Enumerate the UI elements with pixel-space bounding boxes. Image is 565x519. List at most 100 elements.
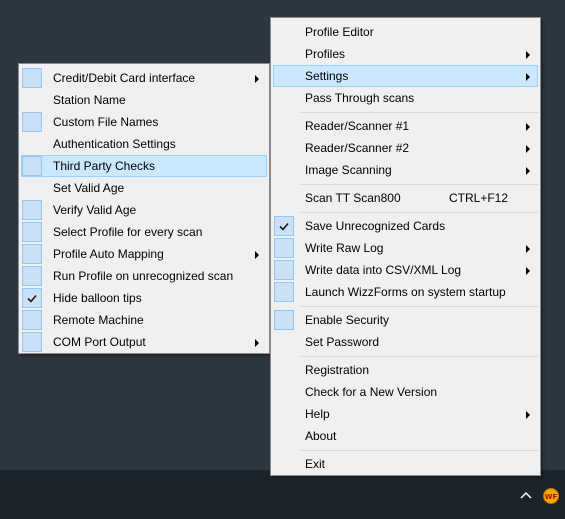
checkbox-icon	[22, 200, 42, 220]
submenu-arrow-icon	[255, 251, 259, 259]
menu-separator	[301, 184, 538, 185]
submenu-arrow-icon	[526, 51, 530, 59]
menu-item-pass-through-scans[interactable]: Pass Through scans	[273, 87, 538, 109]
submenu-arrow-icon	[255, 75, 259, 83]
menu-item-exit[interactable]: Exit	[273, 453, 538, 475]
menu-item-label: Custom File Names	[53, 115, 159, 129]
menu-item-station-name[interactable]: Station Name	[21, 89, 267, 111]
menu-item-label: Exit	[305, 457, 326, 471]
checkmark-icon	[274, 216, 294, 236]
menu-item-registration[interactable]: Registration	[273, 359, 538, 381]
menu-item-label: Set Valid Age	[53, 181, 125, 195]
menu-item-label: Registration	[305, 363, 370, 377]
checkmark-icon	[22, 288, 42, 308]
menu-item-image-scanning[interactable]: Image Scanning	[273, 159, 538, 181]
submenu-arrow-icon	[526, 73, 530, 81]
menu-item-label: Authentication Settings	[53, 137, 176, 151]
menu-item-label: Third Party Checks	[53, 159, 156, 173]
submenu-arrow-icon	[526, 145, 530, 153]
checkbox-icon	[274, 282, 294, 302]
menu-item-write-data-into-csv-xml-log[interactable]: Write data into CSV/XML Log	[273, 259, 538, 281]
submenu-arrow-icon	[526, 411, 530, 419]
menu-item-label: Image Scanning	[305, 163, 392, 177]
checkbox-icon	[22, 68, 42, 88]
checkbox-icon	[22, 112, 42, 132]
checkbox-icon	[22, 156, 42, 176]
menu-item-label: About	[305, 429, 337, 443]
submenu-arrow-icon	[255, 339, 259, 347]
menu-item-hide-balloon-tips[interactable]: Hide balloon tips	[21, 287, 267, 309]
menu-item-label: Check for a New Version	[305, 385, 438, 399]
menu-item-label: Write Raw Log	[305, 241, 384, 255]
submenu-arrow-icon	[526, 267, 530, 275]
menu-item-credit-debit-card-interface[interactable]: Credit/Debit Card interface	[21, 67, 267, 89]
menu-item-label: Enable Security	[305, 313, 390, 327]
menu-item-reader-scanner-1[interactable]: Reader/Scanner #1	[273, 115, 538, 137]
menu-item-label: Settings	[305, 69, 349, 83]
menu-item-reader-scanner-2[interactable]: Reader/Scanner #2	[273, 137, 538, 159]
menu-item-launch-wizzforms-on-system-startup[interactable]: Launch WizzForms on system startup	[273, 281, 538, 303]
submenu-arrow-icon	[526, 167, 530, 175]
menu-item-about[interactable]: About	[273, 425, 538, 447]
menu-item-authentication-settings[interactable]: Authentication Settings	[21, 133, 267, 155]
menu-item-label: Verify Valid Age	[53, 203, 137, 217]
checkbox-icon	[274, 260, 294, 280]
menu-item-label: Set Password	[305, 335, 380, 349]
taskbar	[0, 470, 565, 519]
menu-item-third-party-checks[interactable]: Third Party Checks	[21, 155, 267, 177]
menu-item-save-unrecognized-cards[interactable]: Save Unrecognized Cards	[273, 215, 538, 237]
menu-item-custom-file-names[interactable]: Custom File Names	[21, 111, 267, 133]
menu-item-profile-editor[interactable]: Profile Editor	[273, 21, 538, 43]
menu-item-help[interactable]: Help	[273, 403, 538, 425]
menu-item-remote-machine[interactable]: Remote Machine	[21, 309, 267, 331]
settings-submenu: Credit/Debit Card interface Station Name C…	[18, 63, 270, 354]
submenu-arrow-icon	[526, 123, 530, 131]
menu-item-verify-valid-age[interactable]: Verify Valid Age	[21, 199, 267, 221]
tray-context-menu: Profile Editor Profiles Settings Pass Throu…	[270, 17, 541, 476]
menu-item-label: Hide balloon tips	[53, 291, 142, 305]
menu-item-label: Run Profile on unrecognized scan	[53, 269, 234, 283]
checkbox-icon	[22, 332, 42, 352]
menu-separator	[301, 212, 538, 213]
menu-item-set-valid-age[interactable]: Set Valid Age	[21, 177, 267, 199]
tray-icon-label: WF	[544, 493, 558, 501]
menu-item-shortcut: CTRL+F12	[449, 191, 509, 205]
checkbox-icon	[22, 266, 42, 286]
menu-item-write-raw-log[interactable]: Write Raw Log	[273, 237, 538, 259]
menu-item-label: Profiles	[305, 47, 346, 61]
menu-item-set-password[interactable]: Set Password	[273, 331, 538, 353]
menu-item-select-profile-for-every-scan[interactable]: Select Profile for every scan	[21, 221, 267, 243]
menu-separator	[301, 356, 538, 357]
menu-item-label: Launch WizzForms on system startup	[305, 285, 506, 299]
chevron-up-icon[interactable]	[519, 489, 533, 501]
menu-item-profile-auto-mapping[interactable]: Profile Auto Mapping	[21, 243, 267, 265]
menu-item-label: Reader/Scanner #2	[305, 141, 410, 155]
menu-item-label: Remote Machine	[53, 313, 144, 327]
menu-item-scan-tt-scan800[interactable]: Scan TT Scan800 CTRL+F12	[273, 187, 538, 209]
menu-separator	[301, 112, 538, 113]
menu-item-run-profile-on-unrecognized-scan[interactable]: Run Profile on unrecognized scan	[21, 265, 267, 287]
menu-item-label: Reader/Scanner #1	[305, 119, 410, 133]
menu-item-settings[interactable]: Settings	[273, 65, 538, 87]
menu-item-label: Station Name	[53, 93, 126, 107]
checkbox-icon	[22, 310, 42, 330]
menu-item-label: Credit/Debit Card interface	[53, 71, 196, 85]
menu-item-com-port-output[interactable]: COM Port Output	[21, 331, 267, 353]
wizzforms-tray-icon[interactable]: WF	[543, 488, 559, 504]
menu-item-label: Profile Editor	[305, 25, 374, 39]
menu-item-label: Pass Through scans	[305, 91, 415, 105]
checkbox-icon	[274, 310, 294, 330]
menu-separator	[301, 450, 538, 451]
menu-item-label: Help	[305, 407, 330, 421]
menu-item-label: Select Profile for every scan	[53, 225, 203, 239]
menu-item-label: COM Port Output	[53, 335, 146, 349]
menu-item-check-for-a-new-version[interactable]: Check for a New Version	[273, 381, 538, 403]
checkbox-icon	[274, 238, 294, 258]
menu-item-profiles[interactable]: Profiles	[273, 43, 538, 65]
menu-item-enable-security[interactable]: Enable Security	[273, 309, 538, 331]
menu-item-label: Profile Auto Mapping	[53, 247, 164, 261]
menu-item-label: Save Unrecognized Cards	[305, 219, 446, 233]
checkbox-icon	[22, 222, 42, 242]
menu-separator	[301, 306, 538, 307]
menu-item-label: Scan TT Scan800	[305, 191, 401, 205]
